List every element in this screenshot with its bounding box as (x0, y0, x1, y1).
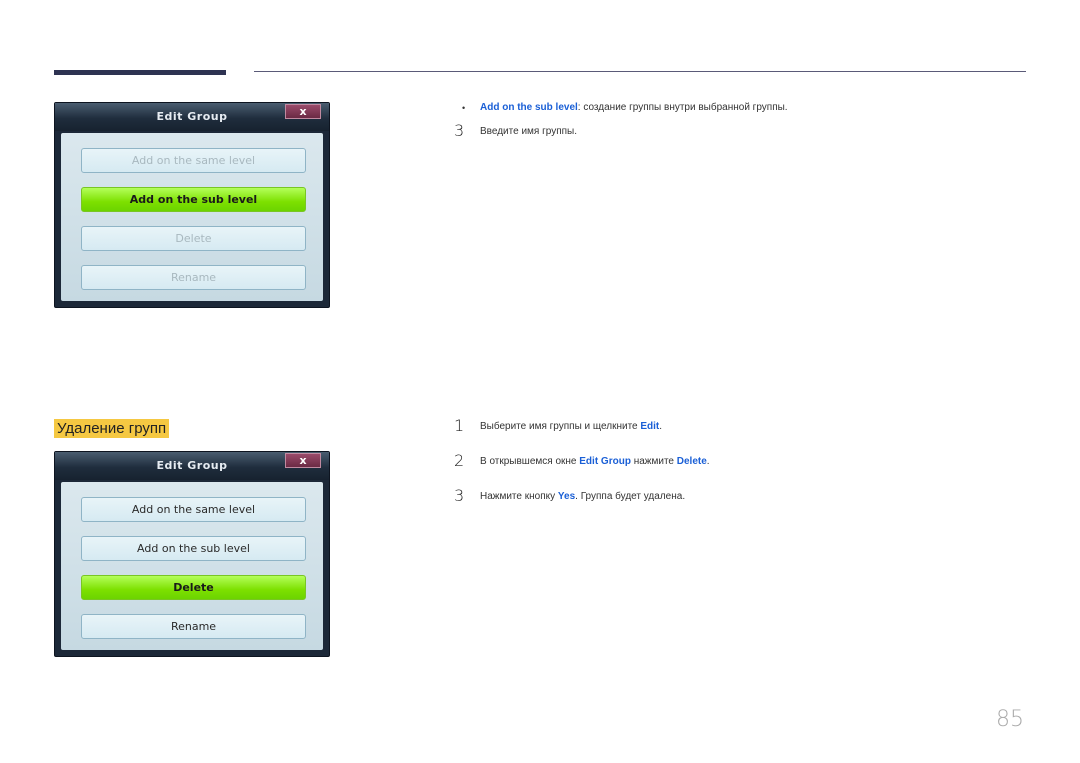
step-text-part: . Группа будет удалена. (575, 491, 686, 502)
bullet-highlight: Add on the sub level (480, 102, 578, 113)
header-thin-rule (254, 71, 1026, 72)
dialog-titlebar: Edit Group x (55, 103, 329, 131)
section-title: Удаление групп (54, 419, 170, 438)
header-thick-rule (54, 70, 226, 75)
rename-button[interactable]: Rename (81, 614, 306, 639)
close-icon[interactable]: x (285, 453, 321, 468)
bullet-icon: • (462, 103, 466, 113)
bullet-text: Add on the sub level: создание группы вн… (480, 102, 788, 113)
dialog-titlebar: Edit Group x (55, 452, 329, 480)
step-number: 3 (454, 486, 465, 505)
dialog-body: Add on the same level Add on the sub lev… (61, 133, 323, 301)
step-text-part: . (659, 421, 663, 432)
add-same-level-button[interactable]: Add on the same level (81, 497, 306, 522)
close-icon[interactable]: x (285, 104, 321, 119)
add-same-level-button[interactable]: Add on the same level (81, 148, 306, 173)
step-text: В открывшемся окне Edit Group нажмите De… (480, 456, 710, 467)
step-text: Нажмите кнопку Yes. Группа будет удалена… (480, 491, 685, 502)
dialog-body: Add on the same level Add on the sub lev… (61, 482, 323, 650)
step-text-part: нажмите (630, 456, 677, 467)
edit-group-dialog-delete: Edit Group x Add on the same level Add o… (54, 451, 330, 657)
add-sub-level-button[interactable]: Add on the sub level (81, 187, 306, 212)
rename-button[interactable]: Rename (81, 265, 306, 290)
step-text-part: В открывшемся окне (480, 456, 580, 467)
step-text: Введите имя группы. (480, 126, 577, 137)
delete-button[interactable]: Delete (81, 226, 306, 251)
step-text-part: Выберите имя группы и щелкните (480, 421, 641, 432)
add-sub-level-button[interactable]: Add on the sub level (81, 536, 306, 561)
step-highlight: Edit Group (579, 456, 631, 467)
step-text-part: Нажмите кнопку (480, 491, 558, 502)
step-highlight: Edit (640, 421, 660, 432)
step-text: Выберите имя группы и щелкните Edit. (480, 421, 662, 432)
step-text-part: . (706, 456, 710, 467)
edit-group-dialog-add-sub: Edit Group x Add on the same level Add o… (54, 102, 330, 308)
bullet-desc: : создание группы внутри выбранной групп… (577, 102, 788, 113)
delete-button[interactable]: Delete (81, 575, 306, 600)
step-number: 3 (454, 121, 465, 140)
page-number: 85 (996, 707, 1024, 732)
step-number: 2 (454, 451, 465, 470)
step-number: 1 (454, 416, 465, 435)
step-highlight: Delete (676, 456, 707, 467)
step-highlight: Yes (557, 491, 576, 502)
